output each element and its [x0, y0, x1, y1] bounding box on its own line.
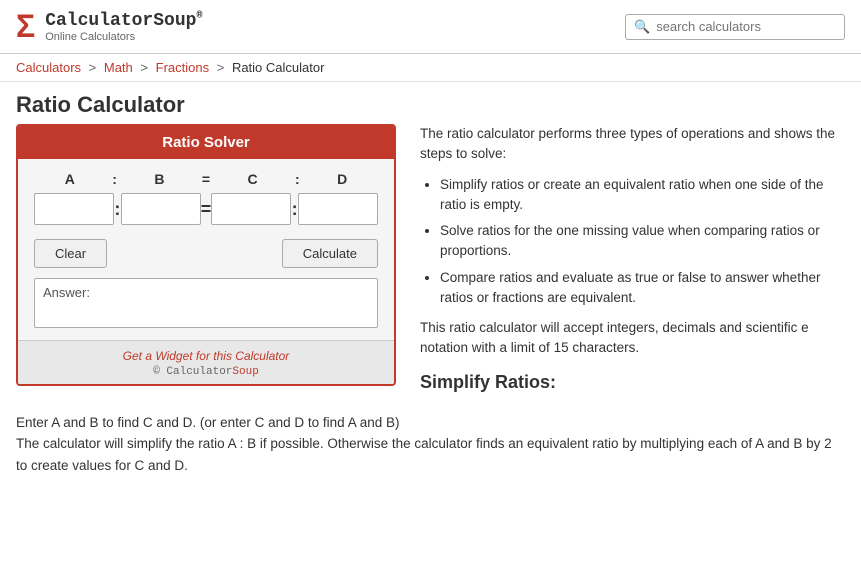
description: The ratio calculator performs three type… — [420, 124, 845, 402]
bullet-3: Compare ratios and evaluate as true or f… — [440, 268, 845, 309]
bottom-line-1: Enter A and B to find C and D. (or enter… — [16, 412, 845, 434]
input-c[interactable] — [211, 193, 291, 225]
ratio-inputs: : = : — [34, 193, 378, 225]
input-b[interactable] — [121, 193, 201, 225]
ratio-labels: A : B = C : D — [34, 171, 378, 187]
breadcrumb-fractions[interactable]: Fractions — [156, 60, 209, 75]
search-input[interactable] — [656, 19, 836, 34]
input-sep-1: : — [114, 199, 121, 220]
label-b: B — [124, 171, 196, 187]
copyright: © CalculatorSoup — [24, 366, 388, 378]
logo-area: Σ CalculatorSoup® Online Calculators — [16, 8, 202, 45]
input-a[interactable] — [34, 193, 114, 225]
label-d: D — [306, 171, 378, 187]
label-c: C — [217, 171, 289, 187]
description-bullets: Simplify ratios or create an equivalent … — [440, 175, 845, 309]
eq-sign: = — [195, 171, 217, 187]
calc-body: A : B = C : D : = : — [18, 159, 394, 340]
calc-buttons: Clear Calculate — [34, 239, 378, 268]
page-title: Ratio Calculator — [0, 82, 861, 124]
simplify-heading: Simplify Ratios: — [420, 369, 845, 396]
input-eq: = — [201, 199, 212, 220]
breadcrumb: Calculators > Math > Fractions > Ratio C… — [0, 54, 861, 82]
description-note: This ratio calculator will accept intege… — [420, 318, 845, 359]
breadcrumb-sep-2: > — [140, 60, 148, 75]
answer-box: Answer: — [34, 278, 378, 328]
header: Σ CalculatorSoup® Online Calculators 🔍 — [0, 0, 861, 54]
bottom-text: Enter A and B to find C and D. (or enter… — [0, 402, 861, 487]
search-icon: 🔍 — [634, 19, 650, 35]
calc-header: Ratio Solver — [18, 126, 394, 159]
label-a: A — [34, 171, 106, 187]
breadcrumb-current: Ratio Calculator — [232, 60, 325, 75]
bullet-1: Simplify ratios or create an equivalent … — [440, 175, 845, 216]
breadcrumb-sep-1: > — [89, 60, 97, 75]
sep-2: : — [288, 171, 306, 187]
description-intro: The ratio calculator performs three type… — [420, 124, 845, 165]
calc-footer: Get a Widget for this Calculator © Calcu… — [18, 340, 394, 384]
calculator-container: Ratio Solver A : B = C : D : = — [16, 124, 396, 402]
breadcrumb-sep-3: > — [217, 60, 225, 75]
bottom-line-2: The calculator will simplify the ratio A… — [16, 433, 845, 476]
main-content: Ratio Solver A : B = C : D : = — [0, 124, 861, 402]
logo-title: CalculatorSoup® — [45, 11, 202, 31]
clear-button[interactable]: Clear — [34, 239, 107, 268]
input-sep-2: : — [291, 199, 298, 220]
breadcrumb-math[interactable]: Math — [104, 60, 133, 75]
calc-box: Ratio Solver A : B = C : D : = — [16, 124, 396, 386]
sep-1: : — [106, 171, 124, 187]
answer-label: Answer: — [43, 285, 90, 300]
sigma-icon: Σ — [16, 8, 35, 45]
logo-text-area: CalculatorSoup® Online Calculators — [45, 11, 202, 43]
logo-subtitle: Online Calculators — [45, 31, 202, 43]
widget-link[interactable]: Get a Widget for this Calculator — [123, 349, 290, 363]
bullet-2: Solve ratios for the one missing value w… — [440, 221, 845, 262]
breadcrumb-calculators[interactable]: Calculators — [16, 60, 81, 75]
input-d[interactable] — [298, 193, 378, 225]
calculate-button[interactable]: Calculate — [282, 239, 378, 268]
search-box[interactable]: 🔍 — [625, 14, 845, 40]
